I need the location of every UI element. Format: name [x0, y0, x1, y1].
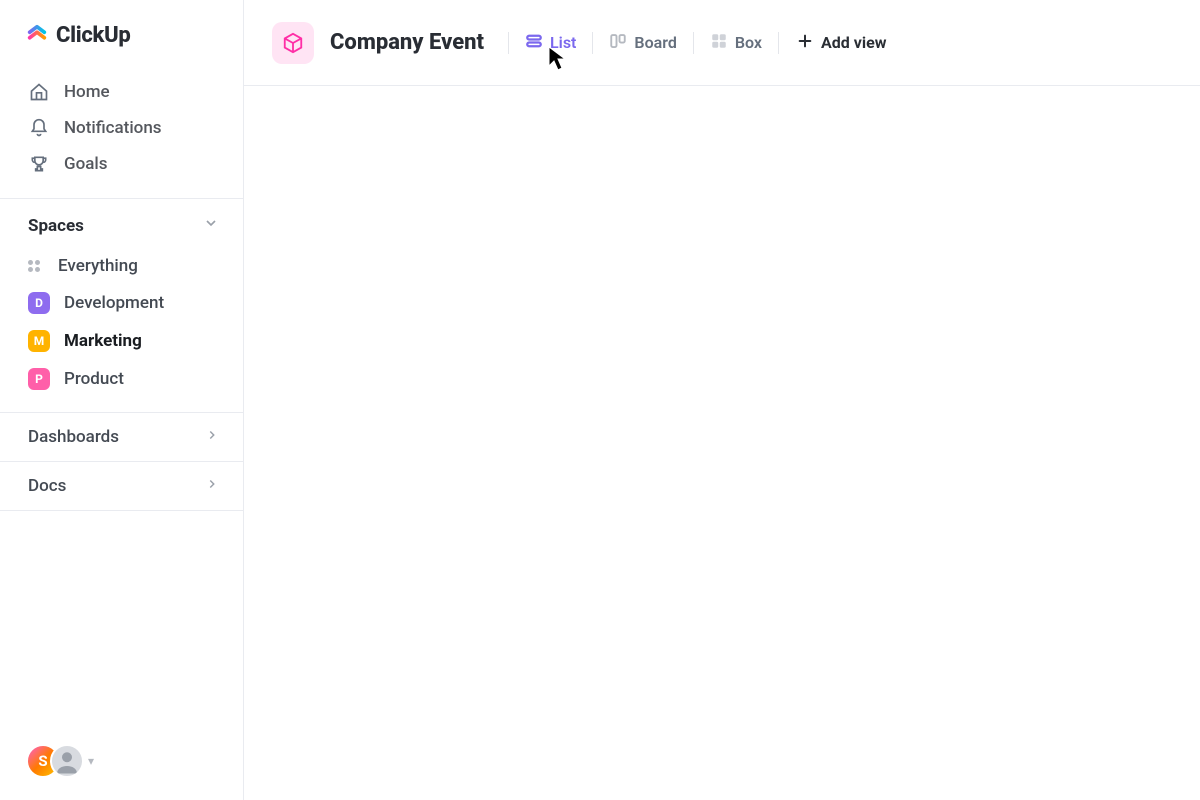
list-icon: [525, 32, 543, 54]
chevron-down-icon: [203, 215, 219, 236]
main: Company Event List Board: [244, 0, 1200, 800]
sidebar-item-label: Marketing: [64, 331, 142, 351]
space-badge-icon: M: [28, 330, 50, 352]
chevron-right-icon: [205, 427, 219, 447]
view-tab-board[interactable]: Board: [593, 26, 692, 60]
topbar: Company Event List Board: [244, 0, 1200, 86]
content-area: [244, 86, 1200, 800]
sidebar-item-product[interactable]: P Product: [0, 360, 243, 398]
view-tab-list[interactable]: List: [509, 26, 592, 60]
view-tab-label: Box: [735, 33, 762, 52]
avatar: [50, 744, 84, 778]
view-tab-label: Board: [634, 33, 676, 52]
section-dashboards[interactable]: Dashboards: [0, 412, 243, 461]
brand-name: ClickUp: [56, 23, 131, 48]
page-title: Company Event: [330, 30, 484, 55]
sidebar-item-label: Development: [64, 293, 164, 313]
nav-label: Goals: [64, 154, 107, 174]
caret-down-icon: ▾: [88, 754, 94, 768]
sidebar-item-marketing[interactable]: M Marketing: [0, 322, 243, 360]
nav-label: Notifications: [64, 118, 162, 138]
sidebar-item-everything[interactable]: Everything: [0, 248, 243, 284]
spaces-header[interactable]: Spaces: [0, 199, 243, 248]
section-label: Dashboards: [28, 427, 119, 447]
chevron-right-icon: [205, 476, 219, 496]
view-tab-label: List: [550, 33, 576, 52]
nav-goals[interactable]: Goals: [0, 146, 243, 182]
bell-icon: [28, 118, 50, 138]
trophy-icon: [28, 154, 50, 174]
nav-notifications[interactable]: Notifications: [0, 110, 243, 146]
nav-label: Home: [64, 82, 110, 102]
add-view-button[interactable]: Add view: [785, 27, 898, 59]
sidebar: ClickUp Home Notifications Goals: [0, 0, 244, 800]
plus-icon: [797, 33, 813, 53]
clickup-logo-icon: [26, 22, 48, 48]
nav-home[interactable]: Home: [0, 74, 243, 110]
divider: [778, 32, 779, 54]
section-docs[interactable]: Docs: [0, 461, 243, 511]
space-badge-icon: D: [28, 292, 50, 314]
brand-logo[interactable]: ClickUp: [0, 0, 243, 70]
sidebar-item-development[interactable]: D Development: [0, 284, 243, 322]
view-tabs: List Board Box: [508, 26, 898, 60]
home-icon: [28, 82, 50, 102]
sidebar-item-label: Product: [64, 369, 124, 389]
view-tab-box[interactable]: Box: [694, 26, 778, 60]
add-view-label: Add view: [821, 33, 886, 52]
grid-dots-icon: [28, 258, 44, 274]
user-avatar-stack[interactable]: S ▾: [26, 744, 94, 778]
board-icon: [609, 32, 627, 54]
box-icon: [710, 32, 728, 54]
spaces-header-label: Spaces: [28, 216, 84, 236]
primary-nav: Home Notifications Goals: [0, 70, 243, 198]
space-badge-icon: P: [28, 368, 50, 390]
sidebar-item-label: Everything: [58, 256, 138, 276]
space-token-icon[interactable]: [272, 22, 314, 64]
section-label: Docs: [28, 476, 66, 496]
